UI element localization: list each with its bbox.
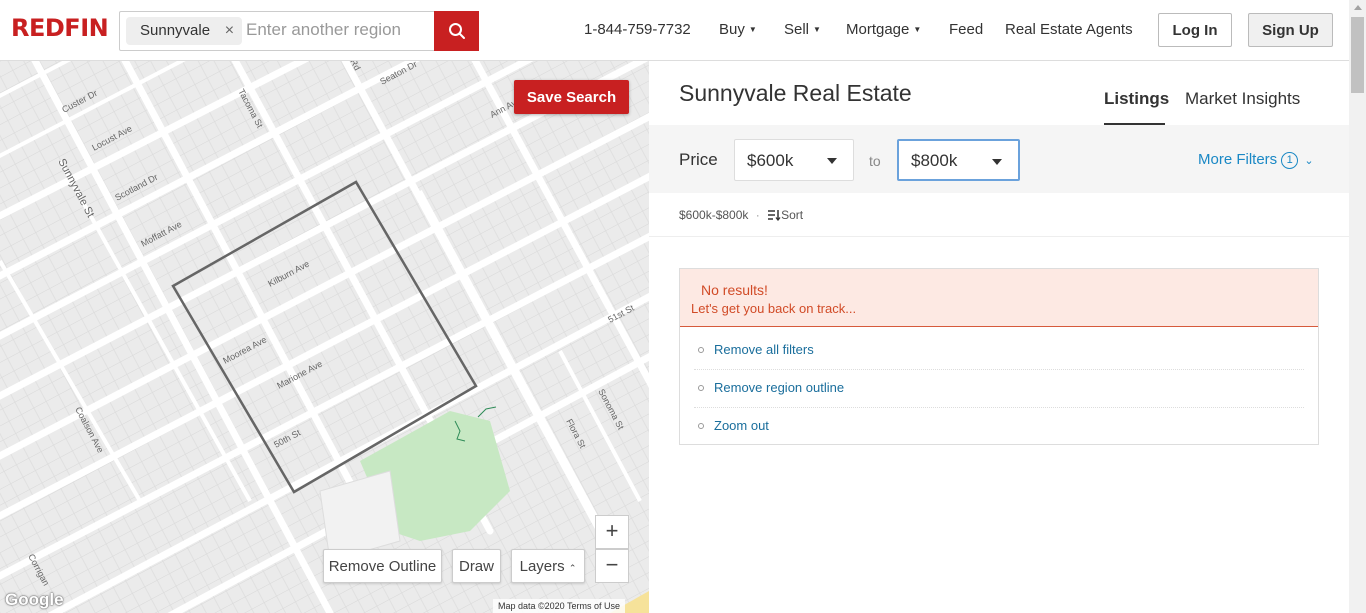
nav-mortgage[interactable]: Mortgage ▼ xyxy=(846,21,921,38)
layers-label: Layers xyxy=(519,557,565,575)
draw-button[interactable]: Draw xyxy=(452,549,501,583)
login-button[interactable]: Log In xyxy=(1158,13,1232,47)
to-label: to xyxy=(869,153,881,169)
remove-all-filters-link[interactable]: Remove all filters xyxy=(714,342,814,357)
divider xyxy=(649,236,1349,237)
top-header: REDFIN Sunnyvale × 1-844-759-7732 Buy▼ S… xyxy=(0,0,1349,61)
scroll-up-arrow-icon[interactable] xyxy=(1354,5,1362,10)
max-price-select[interactable]: $800k xyxy=(897,139,1020,181)
caret-down-icon: ▼ xyxy=(748,25,757,34)
remove-outline-button[interactable]: Remove Outline xyxy=(323,549,442,583)
bullet-icon xyxy=(698,423,704,429)
google-logo[interactable]: Google xyxy=(5,590,64,610)
more-filters-label: More Filters xyxy=(1198,151,1278,168)
redfin-logo[interactable]: REDFIN xyxy=(11,14,109,42)
dropdown-arrow-icon xyxy=(827,158,837,164)
nav-feed[interactable]: Feed xyxy=(949,21,983,38)
tab-listings[interactable]: Listings xyxy=(1104,89,1169,109)
nav-sell-label: Sell xyxy=(784,21,810,38)
no-results-title: No results! xyxy=(701,282,768,298)
dropdown-arrow-icon xyxy=(992,159,1002,165)
page-scrollbar[interactable] xyxy=(1349,0,1366,613)
no-results-header: No results! Let's get you back on track.… xyxy=(680,269,1318,327)
nav-mortgage-label: Mortgage xyxy=(846,21,910,38)
min-price-value: $600k xyxy=(747,151,794,170)
zoom-out-link[interactable]: Zoom out xyxy=(714,418,769,433)
sort-button[interactable]: Sort xyxy=(767,208,803,222)
search-icon xyxy=(448,23,465,39)
caret-down-icon: ▼ xyxy=(813,25,821,34)
list-item: Remove region outline xyxy=(694,370,1304,408)
layers-button[interactable]: Layers ⌃ xyxy=(511,549,585,583)
min-price-select[interactable]: $600k xyxy=(734,139,854,181)
no-results-card: No results! Let's get you back on track.… xyxy=(679,268,1319,445)
map-attribution[interactable]: Map data ©2020 Terms of Use xyxy=(493,599,626,613)
price-range-summary: $600k-$800k xyxy=(679,208,749,222)
scroll-thumb[interactable] xyxy=(1351,17,1364,93)
chevron-down-icon: ⌄ xyxy=(1304,155,1314,167)
search-input[interactable] xyxy=(246,20,426,40)
map-canvas[interactable]: Sunnyvale St Custer Dr Locust Ave Scotla… xyxy=(0,61,649,613)
region-chip[interactable]: Sunnyvale × xyxy=(126,17,243,45)
region-search-box: Sunnyvale × xyxy=(119,11,479,51)
bullet-icon xyxy=(698,347,704,353)
list-item: Zoom out xyxy=(694,408,1304,446)
list-item: Remove all filters xyxy=(694,332,1304,370)
map-area[interactable]: Sunnyvale St Custer Dr Locust Ave Scotla… xyxy=(0,61,649,613)
phone-number[interactable]: 1-844-759-7732 xyxy=(584,21,691,38)
price-label: Price xyxy=(679,150,718,169)
results-summary: $600k-$800k · Sort xyxy=(679,208,803,222)
search-button[interactable] xyxy=(434,11,479,51)
tab-market-insights[interactable]: Market Insights xyxy=(1185,89,1300,109)
filter-count-badge: 1 xyxy=(1281,152,1299,169)
chevron-up-icon: ⌃ xyxy=(568,562,577,573)
region-chip-label: Sunnyvale xyxy=(140,22,211,39)
remove-region-icon[interactable]: × xyxy=(225,17,234,45)
save-search-button[interactable]: Save Search xyxy=(514,80,629,114)
zoom-out-button[interactable]: − xyxy=(595,549,629,583)
bullet-icon xyxy=(698,385,704,391)
sort-label: Sort xyxy=(781,208,804,222)
caret-down-icon: ▼ xyxy=(913,25,922,34)
page-title: Sunnyvale Real Estate xyxy=(679,80,912,106)
sort-icon xyxy=(768,210,781,222)
more-filters-button[interactable]: More Filters 1 ⌄ xyxy=(1198,151,1314,169)
signup-button[interactable]: Sign Up xyxy=(1248,13,1333,47)
zoom-in-button[interactable]: + xyxy=(595,515,629,549)
nav-buy-label: Buy xyxy=(719,21,745,38)
filter-bar: Price $600k to $800k More Filters 1 ⌄ xyxy=(649,125,1349,193)
no-results-subtitle: Let's get you back on track... xyxy=(691,301,857,316)
nav-real-estate-agents[interactable]: Real Estate Agents xyxy=(1005,21,1133,38)
max-price-value: $800k xyxy=(911,151,958,170)
nav-buy[interactable]: Buy ▼ xyxy=(719,21,757,38)
remove-region-outline-link[interactable]: Remove region outline xyxy=(714,380,844,395)
nav-sell[interactable]: Sell ▼ xyxy=(784,21,821,38)
separator: · xyxy=(755,208,760,222)
